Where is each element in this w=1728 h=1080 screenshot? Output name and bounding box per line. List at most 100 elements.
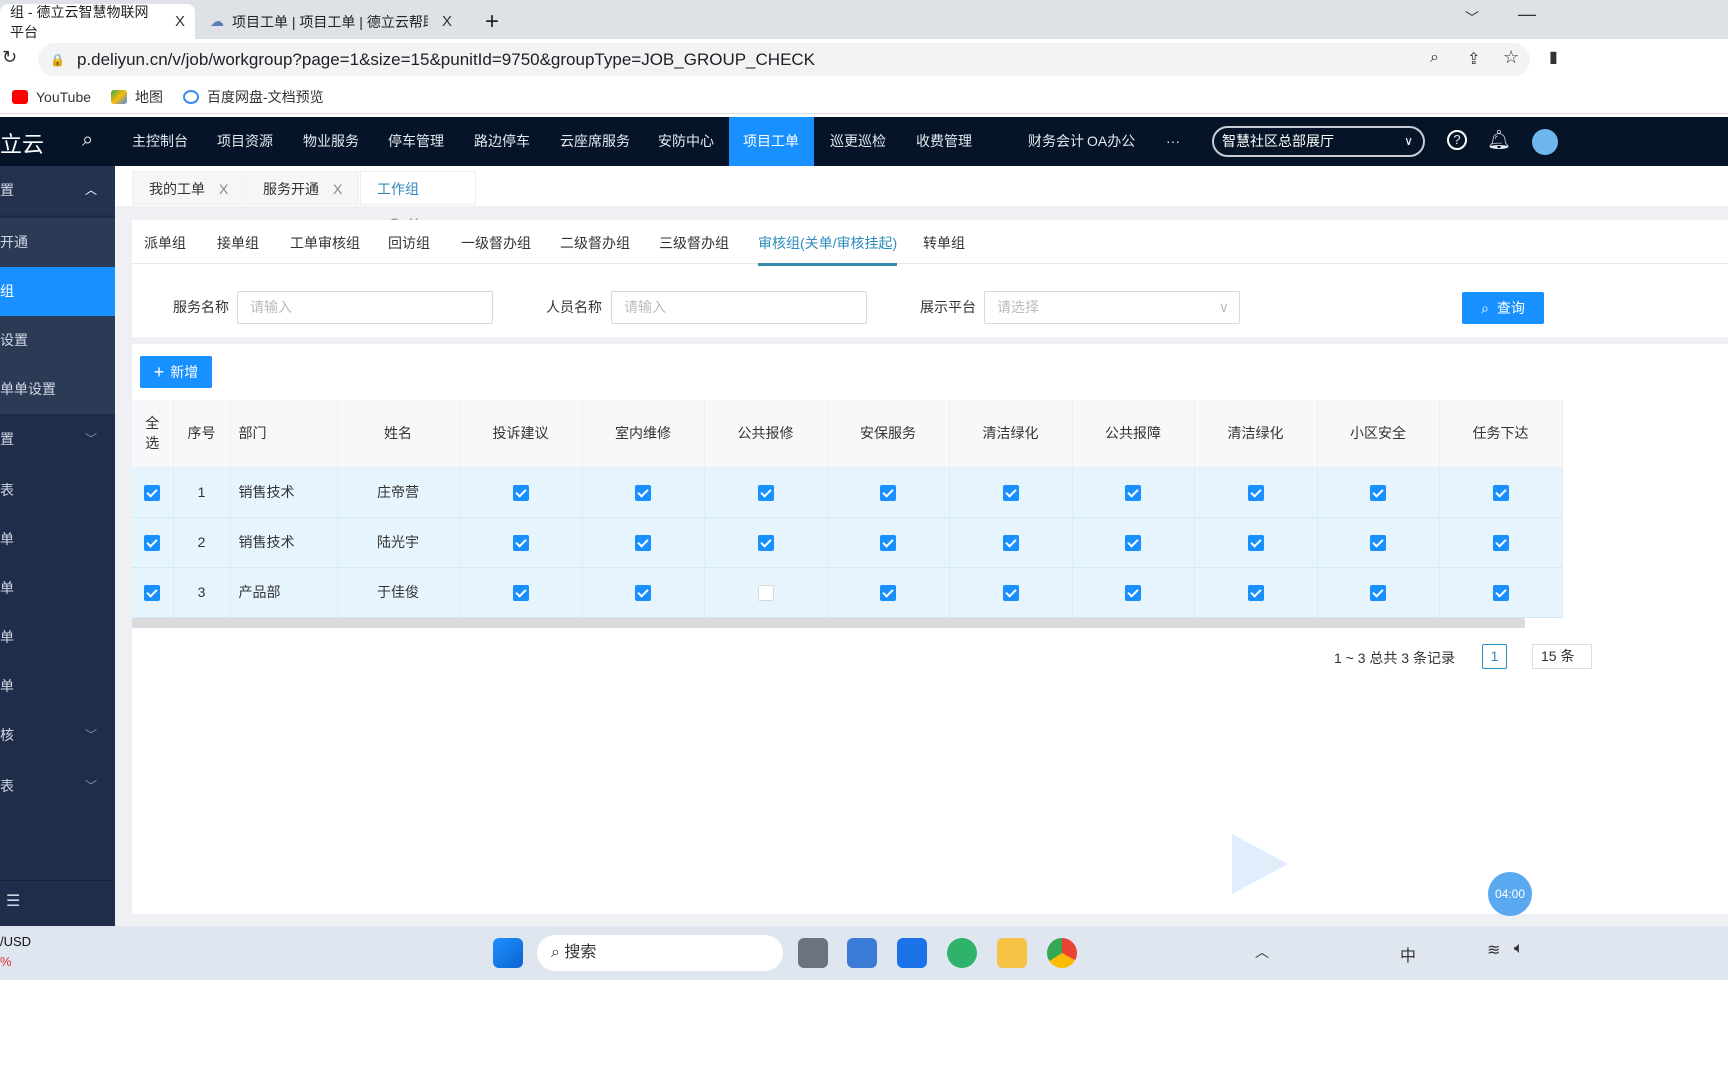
sidebar-item[interactable]: 单 xyxy=(0,662,115,711)
browser-ie-icon[interactable] xyxy=(947,938,977,968)
sidebar-item[interactable]: 开通 xyxy=(0,218,115,267)
nav-item[interactable]: 云座席服务 xyxy=(546,117,644,166)
platform-select[interactable]: 请选择 ∨ xyxy=(984,291,1240,324)
group-tab[interactable]: 转单组 xyxy=(923,220,965,266)
checkbox[interactable] xyxy=(1002,484,1019,501)
checkbox[interactable] xyxy=(1125,484,1141,501)
nav-item[interactable]: 物业服务 xyxy=(289,117,373,166)
group-tab[interactable]: 工单审核组 xyxy=(290,220,360,266)
group-tab[interactable]: 审核组(关单/审核挂起) xyxy=(758,220,898,266)
checkbox[interactable] xyxy=(757,484,774,501)
query-button[interactable]: ⌕ 查询 xyxy=(1462,292,1544,324)
group-tab[interactable]: 一级督办组 xyxy=(461,220,531,266)
checkbox[interactable] xyxy=(880,534,896,551)
page-button-1[interactable]: 1 xyxy=(1482,644,1507,669)
group-tab[interactable]: 派单组 xyxy=(144,220,186,266)
mail-icon[interactable] xyxy=(897,938,927,968)
checkbox[interactable] xyxy=(1370,584,1386,601)
column-header[interactable]: 全选 xyxy=(132,400,174,468)
sidebar-item[interactable]: 单 xyxy=(0,613,115,662)
star-icon[interactable]: ☆ xyxy=(1503,47,1519,68)
bookmark-maps[interactable]: 地图 xyxy=(111,87,163,107)
minimize-icon[interactable]: — xyxy=(1518,4,1536,25)
checkbox[interactable] xyxy=(144,534,161,551)
checkbox[interactable] xyxy=(1247,584,1264,601)
avatar[interactable] xyxy=(1532,129,1558,155)
checkbox[interactable] xyxy=(757,584,774,601)
collapse-menu-icon[interactable]: ☰ xyxy=(0,880,115,926)
checkbox[interactable] xyxy=(880,484,896,501)
nav-item[interactable]: 路边停车 xyxy=(460,117,544,166)
checkbox[interactable] xyxy=(512,534,529,551)
nav-item[interactable]: 收费管理 xyxy=(902,117,986,166)
checkbox[interactable] xyxy=(1247,484,1264,501)
person-name-input[interactable]: 请输入 xyxy=(611,291,867,324)
checkbox[interactable] xyxy=(1492,584,1509,601)
file-explorer-icon[interactable] xyxy=(997,938,1027,968)
share-icon[interactable]: ⇪ xyxy=(1467,49,1480,69)
sidebar-item[interactable]: 表 ﹀ xyxy=(0,762,115,811)
zoom-icon[interactable]: ⌕ xyxy=(1430,49,1439,67)
sidebar-item[interactable]: 表 xyxy=(0,466,115,515)
volume-icon[interactable]: 🔈︎ xyxy=(1514,940,1524,958)
checkbox[interactable] xyxy=(635,534,651,551)
nav-item[interactable]: 主控制台 xyxy=(118,117,202,166)
help-icon[interactable]: ? xyxy=(1447,130,1467,150)
sidebar-item[interactable]: 组 xyxy=(0,267,115,316)
nav-item[interactable]: 项目资源 xyxy=(203,117,287,166)
project-select[interactable]: 智慧社区总部展厅 ∨ xyxy=(1212,126,1425,157)
horizontal-scrollbar[interactable] xyxy=(132,618,1525,628)
group-tab[interactable]: 二级督办组 xyxy=(560,220,630,266)
checkbox[interactable] xyxy=(1002,534,1019,551)
nav-item[interactable]: 安防中心 xyxy=(644,117,728,166)
nav-item[interactable]: 巡更巡检 xyxy=(816,117,900,166)
checkbox[interactable] xyxy=(144,484,161,501)
wifi-icon[interactable]: ≋ xyxy=(1487,940,1500,960)
checkbox[interactable] xyxy=(512,584,529,601)
sidebar-item[interactable]: 设置 xyxy=(0,316,115,365)
nav-item[interactable]: ··· xyxy=(1152,117,1194,166)
sidebar-item[interactable]: 单 xyxy=(0,515,115,564)
bell-icon[interactable]: 🔔︎ xyxy=(1487,128,1511,152)
checkbox[interactable] xyxy=(1125,584,1141,601)
sidebar-item[interactable]: 单单设置 xyxy=(0,365,115,414)
reload-icon[interactable]: ↻ xyxy=(2,47,17,68)
new-tab-button[interactable]: + xyxy=(475,4,509,39)
task-view-icon[interactable] xyxy=(798,938,828,968)
search-icon[interactable]: ⌕ xyxy=(82,129,93,152)
checkbox[interactable] xyxy=(1370,534,1386,551)
service-name-input[interactable]: 请输入 xyxy=(237,291,493,324)
checkbox[interactable] xyxy=(880,584,896,601)
chrome-icon[interactable] xyxy=(1047,938,1077,968)
checkbox[interactable] xyxy=(144,584,161,601)
page-tab-service[interactable]: 服务开通 X xyxy=(246,171,360,205)
checkbox[interactable] xyxy=(1492,534,1509,551)
page-tab-workgroup[interactable]: 工作组CX xyxy=(360,171,476,231)
sidebar-item[interactable]: 置 ︿ xyxy=(0,166,115,215)
checkbox[interactable] xyxy=(512,484,529,501)
checkbox[interactable] xyxy=(1492,484,1509,501)
checkbox[interactable] xyxy=(1247,534,1264,551)
ime-indicator[interactable]: 中 xyxy=(1400,942,1416,966)
store-icon[interactable] xyxy=(847,938,877,968)
browser-tab[interactable]: 组 - 德立云智慧物联网平台 X xyxy=(0,4,195,40)
page-tab-my-orders[interactable]: 我的工单 X xyxy=(132,171,246,205)
sidepanel-icon[interactable]: ▮ xyxy=(1549,47,1558,67)
taskbar-search[interactable]: ⌕ 搜索 xyxy=(537,935,783,971)
add-button[interactable]: + 新增 xyxy=(140,356,212,388)
checkbox[interactable] xyxy=(1002,584,1019,601)
nav-item[interactable]: OA办公 xyxy=(1073,117,1149,166)
timer-badge[interactable]: 04:00 xyxy=(1488,872,1532,916)
checkbox[interactable] xyxy=(1370,484,1386,501)
sidebar-item[interactable]: 核 ﹀ xyxy=(0,711,115,760)
sidebar-item[interactable]: 置 ﹀ xyxy=(0,415,115,464)
checkbox[interactable] xyxy=(635,584,651,601)
bookmark-baidu-pan[interactable]: 百度网盘-文档预览 xyxy=(183,87,324,107)
close-icon[interactable]: X xyxy=(442,13,452,30)
group-tab[interactable]: 三级督办组 xyxy=(659,220,729,266)
nav-item[interactable]: 项目工单 xyxy=(729,117,814,166)
chevron-down-icon[interactable]: ﹀ xyxy=(1465,8,1479,28)
sidebar-item[interactable]: 单 xyxy=(0,564,115,613)
bookmark-youtube[interactable]: YouTube xyxy=(12,89,91,105)
checkbox[interactable] xyxy=(635,484,651,501)
